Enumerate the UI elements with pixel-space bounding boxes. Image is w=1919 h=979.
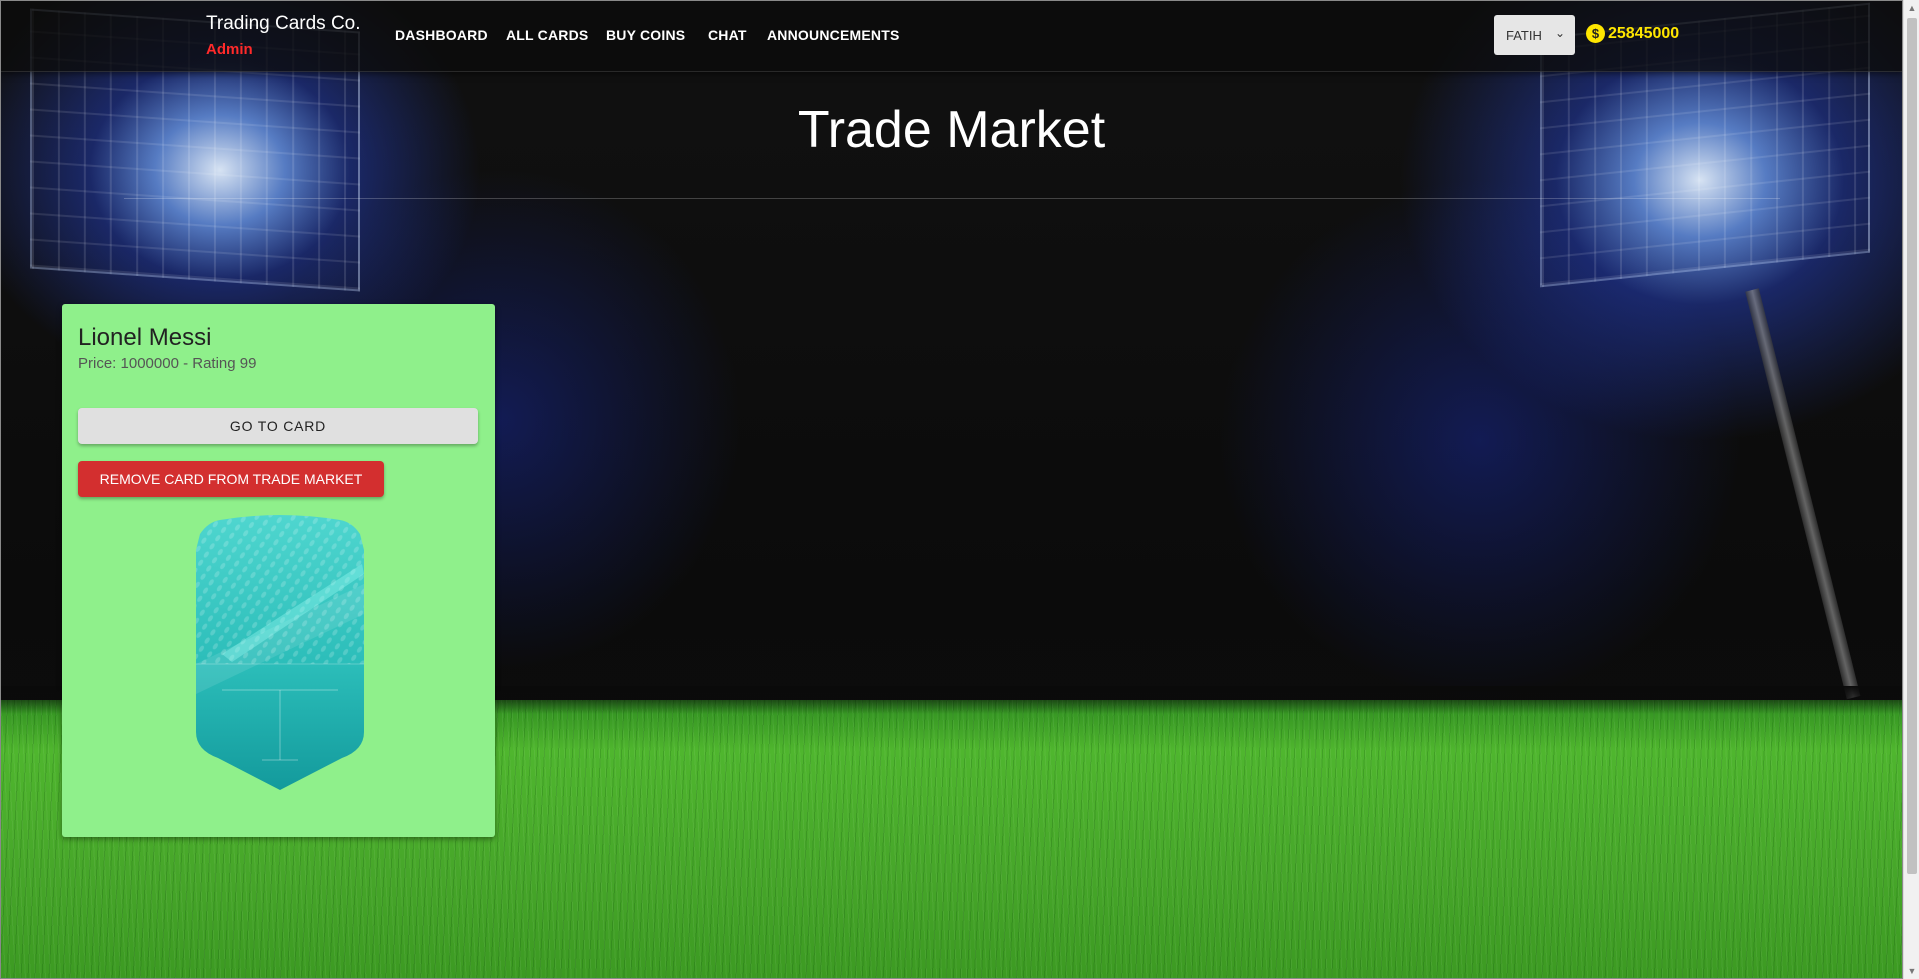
trade-card: Lionel Messi Price: 1000000 - Rating 99 … <box>62 304 495 837</box>
dollar-coin-icon: $ <box>1586 24 1605 43</box>
scrollbar-thumb[interactable] <box>1907 18 1917 874</box>
top-navbar: Trading Cards Co. Admin DASHBOARD ALL CA… <box>0 0 1903 72</box>
user-role-label: Admin <box>206 41 253 58</box>
nav-all-cards[interactable]: ALL CARDS <box>506 27 588 43</box>
player-card-image <box>192 514 368 794</box>
scroll-up-arrow-icon[interactable]: ▲ <box>1904 0 1919 16</box>
nav-buy-coins[interactable]: BUY COINS <box>606 27 685 43</box>
nav-dashboard[interactable]: DASHBOARD <box>395 27 488 43</box>
remove-from-market-button[interactable]: REMOVE CARD FROM TRADE MARKET <box>78 461 384 497</box>
go-to-card-button[interactable]: GO TO CARD <box>78 408 478 444</box>
stadium-background: Trading Cards Co. Admin DASHBOARD ALL CA… <box>0 0 1903 979</box>
card-shield-graphic <box>196 515 364 790</box>
brand-title[interactable]: Trading Cards Co. <box>206 13 361 35</box>
card-player-name: Lionel Messi <box>78 324 212 351</box>
floodlight-pole <box>1745 288 1861 700</box>
coin-balance: $ 25845000 <box>1586 24 1679 43</box>
nav-chat[interactable]: CHAT <box>708 27 747 43</box>
coin-balance-value: 25845000 <box>1608 24 1680 42</box>
user-select[interactable]: FATIH ⌄ <box>1494 15 1575 55</box>
card-price-rating: Price: 1000000 - Rating 99 <box>78 355 257 372</box>
user-select-value: FATIH <box>1506 27 1542 43</box>
scroll-down-arrow-icon[interactable]: ▼ <box>1904 963 1919 979</box>
vertical-scrollbar[interactable]: ▲ ▼ <box>1903 0 1919 979</box>
title-divider <box>124 198 1780 199</box>
nav-announcements[interactable]: ANNOUNCEMENTS <box>767 27 900 43</box>
chevron-down-icon: ⌄ <box>1554 26 1565 40</box>
page-title: Trade Market <box>797 101 1106 159</box>
